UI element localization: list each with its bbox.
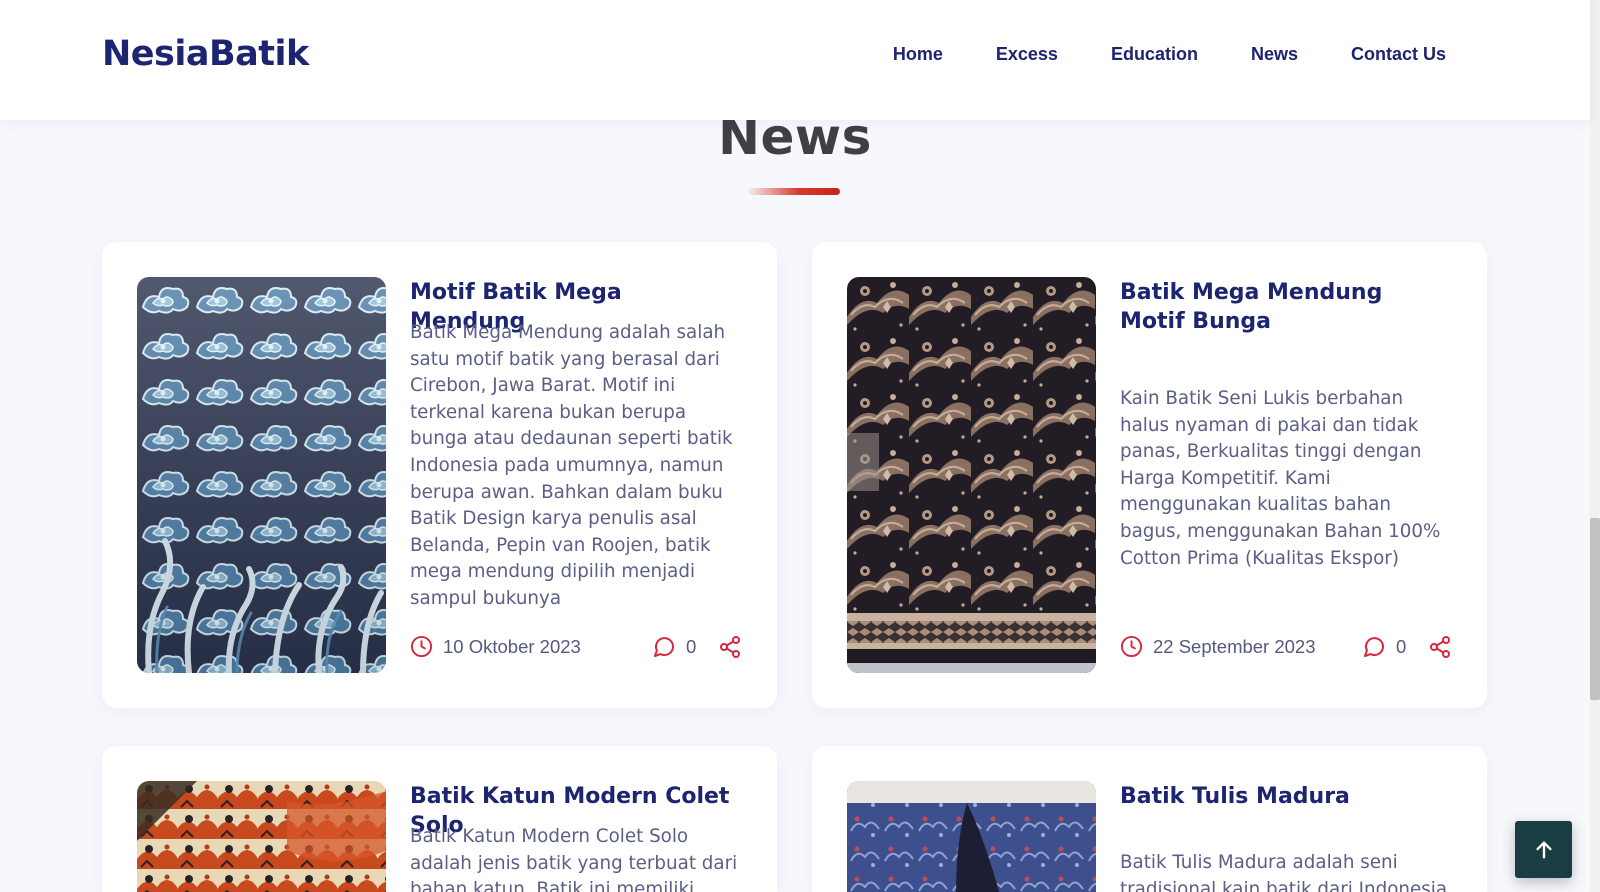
- nav-link-excess[interactable]: Excess: [996, 44, 1058, 65]
- comment-icon: [652, 635, 676, 659]
- news-card-description: Batik Katun Modern Colet Solo adalah jen…: [410, 826, 738, 892]
- news-card-title[interactable]: Batik Tulis Madura: [1120, 782, 1450, 811]
- news-card-meta: 22 September 2023 0: [1120, 632, 1450, 662]
- news-card-description: Batik Tulis Madura adalah seni tradision…: [1120, 852, 1448, 892]
- clock-icon: [1120, 635, 1143, 658]
- nav-link-home[interactable]: Home: [893, 44, 943, 65]
- share-icon: [718, 634, 742, 660]
- mega-mendung-blue-image: [137, 277, 386, 673]
- news-card-meta: 10 Oktober 2023 0: [410, 632, 740, 662]
- news-card-description: Kain Batik Seni Lukis berbahan halus nya…: [1120, 388, 1441, 569]
- news-card-date-text: 22 September 2023: [1153, 635, 1316, 657]
- news-card-comment-count: 0: [1396, 636, 1407, 657]
- news-card[interactable]: Motif Batik Mega Mendung Batik Mega Mend…: [102, 242, 777, 708]
- site-header: NesiaBatik Home Excess Education News Co…: [0, 0, 1590, 120]
- news-card-date-text: 10 Oktober 2023: [443, 635, 581, 657]
- nav-link-news[interactable]: News: [1251, 44, 1298, 65]
- share-button[interactable]: [718, 634, 742, 660]
- site-logo[interactable]: NesiaBatik: [102, 34, 309, 74]
- batik-tulis-madura-image: [847, 781, 1096, 892]
- arrow-up-icon: [1533, 839, 1555, 861]
- news-card-image[interactable]: [847, 277, 1096, 673]
- news-card-comment-count: 0: [686, 636, 697, 657]
- news-card-comments[interactable]: 0: [1362, 635, 1406, 659]
- title-underline: [748, 188, 840, 195]
- news-card-image[interactable]: [137, 277, 386, 673]
- news-card-image[interactable]: [847, 781, 1096, 892]
- nav-link-education[interactable]: Education: [1111, 44, 1198, 65]
- scrollbar-thumb[interactable]: [1590, 518, 1600, 700]
- main-nav: Home Excess Education News Contact Us: [893, 44, 1446, 65]
- news-card[interactable]: Batik Katun Modern Colet Solo Batik Katu…: [102, 746, 777, 892]
- nav-link-contact-us[interactable]: Contact Us: [1351, 44, 1446, 65]
- comment-icon: [1362, 635, 1386, 659]
- mega-mendung-flower-image: [847, 277, 1096, 673]
- batik-katun-colet-image: [137, 781, 386, 892]
- news-card-date: 22 September 2023: [1120, 635, 1316, 658]
- news-card-comments[interactable]: 0: [652, 635, 696, 659]
- news-card-description: Batik Mega Mendung adalah salah satu mot…: [410, 322, 733, 609]
- news-card[interactable]: Batik Tulis Madura Batik Tulis Madura ad…: [812, 746, 1487, 892]
- share-icon: [1428, 634, 1452, 660]
- news-card-image[interactable]: [137, 781, 386, 892]
- page-scrollbar[interactable]: [1590, 0, 1600, 892]
- back-to-top-button[interactable]: [1515, 821, 1572, 878]
- clock-icon: [410, 635, 433, 658]
- share-button[interactable]: [1428, 634, 1452, 660]
- news-card-date: 10 Oktober 2023: [410, 635, 581, 658]
- news-card[interactable]: Batik Mega Mendung Motif Bunga Kain Bati…: [812, 242, 1487, 708]
- news-card-title[interactable]: Batik Mega Mendung Motif Bunga: [1120, 278, 1450, 336]
